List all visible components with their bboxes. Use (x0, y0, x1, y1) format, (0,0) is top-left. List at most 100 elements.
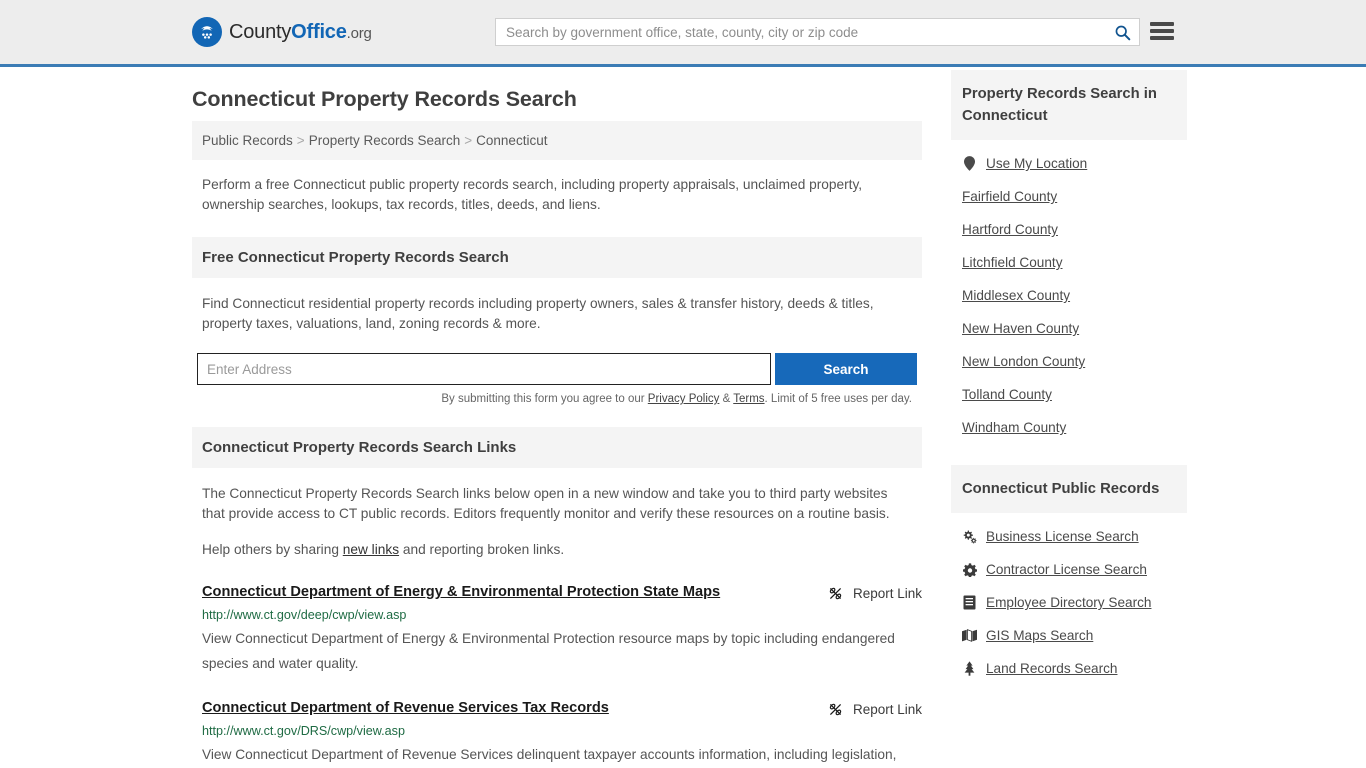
breadcrumb-separator: > (296, 133, 305, 148)
result-description: View Connecticut Department of Energy & … (202, 631, 895, 671)
sidebar-item-gis-maps-search[interactable]: GIS Maps Search (951, 619, 1187, 652)
sidebar-link-label[interactable]: Tolland County (962, 387, 1052, 402)
eagle-glyph-icon (201, 26, 213, 39)
sidebar-counties-heading: Property Records Search in Connecticut (951, 70, 1187, 140)
search-icon[interactable] (1105, 19, 1139, 45)
page-intro-text: Perform a free Connecticut public proper… (202, 177, 863, 212)
sidebar-public-records-list: Business License Search Contractor Licen… (951, 520, 1187, 685)
double-gear-glyph-icon (963, 530, 977, 543)
sidebar-link-label[interactable]: New Haven County (962, 321, 1079, 336)
breadcrumb-item-public-records[interactable]: Public Records (202, 133, 293, 148)
report-link-label: Report Link (852, 702, 922, 717)
links-section-help: Help others by sharing new links and rep… (202, 540, 907, 560)
links-section-paragraph: The Connecticut Property Records Search … (202, 486, 890, 521)
result-description: View Connecticut Department of Revenue S… (202, 747, 897, 762)
site-logo[interactable]: CountyOffice.org (192, 17, 372, 47)
sidebar-public-records-block: Connecticut Public Records Business Lice… (951, 465, 1187, 685)
hamburger-bar (1150, 22, 1174, 26)
sidebar-item-new-haven-county[interactable]: New Haven County (951, 312, 1187, 345)
folded-map-icon (962, 629, 977, 642)
logo-org-text: .org (346, 24, 372, 42)
book-glyph-icon (963, 595, 976, 610)
sidebar-link-label[interactable]: Business License Search (986, 529, 1139, 544)
free-search-description: Find Connecticut residential property re… (202, 296, 874, 331)
sidebar-link-label[interactable]: Middlesex County (962, 288, 1070, 303)
links-section-heading: Connecticut Property Records Search Link… (192, 427, 922, 468)
header-search-box[interactable] (495, 18, 1140, 46)
main-content: Connecticut Property Records Search Publ… (192, 67, 922, 768)
logo-office-text: Office (291, 20, 347, 43)
sidebar-item-middlesex-county[interactable]: Middlesex County (951, 279, 1187, 312)
sidebar-item-litchfield-county[interactable]: Litchfield County (951, 246, 1187, 279)
sidebar-link-label[interactable]: Hartford County (962, 222, 1058, 237)
global-search-input[interactable] (496, 19, 1105, 45)
terms-prefix-text: By submitting this form you agree to our (441, 393, 648, 405)
sidebar-counties-list: Use My Location Fairfield County Hartfor… (951, 147, 1187, 444)
sidebar-item-business-license-search[interactable]: Business License Search (951, 520, 1187, 553)
address-search-form: Search (197, 353, 917, 385)
sidebar-item-windham-county[interactable]: Windham County (951, 411, 1187, 444)
sidebar-link-label[interactable]: GIS Maps Search (986, 628, 1093, 643)
map-pin-icon (962, 156, 977, 171)
result-item: Connecticut Department of Revenue Servic… (202, 700, 922, 768)
sidebar-link-label[interactable]: Employee Directory Search (986, 595, 1151, 610)
report-link-label: Report Link (852, 586, 922, 601)
sidebar-link-label[interactable]: Land Records Search (986, 661, 1117, 676)
result-title-row: Connecticut Department of Revenue Servic… (202, 700, 922, 718)
gear-glyph-icon (962, 562, 977, 577)
new-links-link[interactable]: new links (343, 542, 399, 557)
report-link-button[interactable]: Report Link (827, 700, 922, 718)
result-title-link[interactable]: Connecticut Department of Energy & Envir… (202, 584, 813, 600)
result-url: http://www.ct.gov/DRS/cwp/view.asp (202, 724, 405, 738)
sidebar-link-label[interactable]: Contractor License Search (986, 562, 1147, 577)
sidebar: Property Records Search in Connecticut U… (951, 67, 1187, 768)
help-prefix-text: Help others by sharing (202, 542, 343, 557)
sidebar-public-records-heading: Connecticut Public Records (951, 465, 1187, 513)
search-glyph-icon (1115, 25, 1130, 40)
breadcrumb-item-connecticut[interactable]: Connecticut (476, 133, 547, 148)
gear-icon (962, 562, 977, 577)
sidebar-item-contractor-license-search[interactable]: Contractor License Search (951, 553, 1187, 586)
help-suffix-text: and reporting broken links. (399, 542, 565, 557)
broken-link-icon (829, 587, 842, 600)
result-title-row: Connecticut Department of Energy & Envir… (202, 584, 922, 602)
breadcrumb: Public Records > Property Records Search > C… (192, 121, 922, 160)
page-title: Connecticut Property Records Search (192, 87, 577, 111)
free-search-heading: Free Connecticut Property Records Search (192, 237, 922, 278)
sidebar-link-label[interactable]: Litchfield County (962, 255, 1063, 270)
hamburger-bar (1150, 29, 1174, 33)
sidebar-item-fairfield-county[interactable]: Fairfield County (951, 180, 1187, 213)
broken-link-icon (829, 703, 842, 716)
tree-glyph-icon (964, 661, 975, 676)
sidebar-item-employee-directory-search[interactable]: Employee Directory Search (951, 586, 1187, 619)
logo-wordmark: CountyOffice.org (229, 21, 372, 44)
eagle-shield-logo-icon (192, 17, 222, 47)
search-button[interactable]: Search (775, 353, 917, 385)
sidebar-link-label[interactable]: Fairfield County (962, 189, 1057, 204)
report-link-button[interactable]: Report Link (827, 584, 922, 602)
folded-map-glyph-icon (962, 629, 977, 642)
tree-icon (962, 661, 977, 676)
privacy-policy-link[interactable]: Privacy Policy (648, 393, 720, 405)
sidebar-link-label[interactable]: Use My Location (986, 156, 1087, 171)
page-container: Connecticut Property Records Search Publ… (0, 67, 1366, 768)
logo-county-text: County (229, 20, 292, 43)
sidebar-link-label[interactable]: New London County (962, 354, 1085, 369)
breadcrumb-separator: > (464, 133, 473, 148)
result-title-link[interactable]: Connecticut Department of Revenue Servic… (202, 700, 813, 716)
sidebar-link-label[interactable]: Windham County (962, 420, 1066, 435)
terms-notice: By submitting this form you agree to our… (192, 393, 912, 405)
sidebar-item-use-my-location[interactable]: Use My Location (951, 147, 1187, 180)
hamburger-menu-icon[interactable] (1150, 20, 1174, 42)
sidebar-item-new-london-county[interactable]: New London County (951, 345, 1187, 378)
hamburger-bar (1150, 36, 1174, 40)
sidebar-item-hartford-county[interactable]: Hartford County (951, 213, 1187, 246)
sidebar-item-tolland-county[interactable]: Tolland County (951, 378, 1187, 411)
breadcrumb-item-property-records-search[interactable]: Property Records Search (309, 133, 461, 148)
map-pin-glyph-icon (964, 156, 975, 171)
address-input[interactable] (197, 353, 771, 385)
sidebar-item-land-records-search[interactable]: Land Records Search (951, 652, 1187, 685)
book-icon (962, 595, 977, 610)
double-gear-icon (962, 530, 977, 544)
terms-link[interactable]: Terms (733, 393, 764, 405)
